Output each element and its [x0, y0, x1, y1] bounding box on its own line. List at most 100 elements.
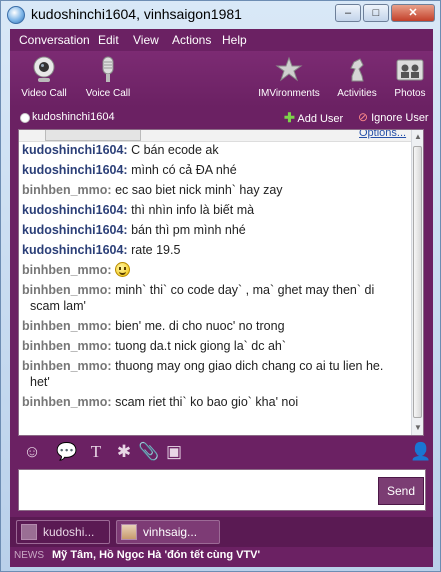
activities-label: Activities	[337, 88, 377, 99]
imvironments-label: IMVironments	[258, 88, 320, 99]
conversation-tab-label: vinhsaig...	[143, 525, 198, 539]
conversation-tabs-bar: kudoshi... vinhsaig...	[10, 517, 433, 547]
message-sender: binhben_mmo:	[22, 263, 112, 277]
maximize-button[interactable]: □	[363, 4, 389, 22]
message-input[interactable]: Send	[18, 469, 426, 511]
photos-icon	[396, 59, 424, 81]
conversation-tab-kudoshinchi[interactable]: kudoshi...	[16, 520, 110, 544]
message-sender: kudoshinchi1604:	[22, 223, 128, 237]
news-headline[interactable]: Mỹ Tâm, Hồ Ngọc Hà 'đón tết cùng VTV'	[52, 549, 260, 561]
chat-history[interactable]: Options... kudoshinchi1604: C bán ecode …	[18, 129, 424, 436]
add-user-link[interactable]: ✚ Add User	[284, 110, 343, 126]
message-text: ec sao biet nick minh` hay zay	[115, 183, 283, 197]
menu-view[interactable]: View	[133, 33, 159, 47]
message-text: tuong da.t nick giong la` dc ah`	[115, 339, 287, 353]
user-bar: kudoshinchi1604 ✚ Add User ⊘ Ignore User	[10, 107, 433, 129]
message: binhben_mmo: tuong da.t nick giong la` d…	[22, 338, 412, 354]
imvironments-icon	[275, 56, 303, 82]
plus-icon: ✚	[284, 110, 295, 125]
message-sender: kudoshinchi1604:	[22, 143, 128, 157]
menu-bar: Conversation Edit View Actions Help	[10, 29, 433, 51]
message-text: thì nhìn info là biết mà	[131, 203, 255, 217]
message: kudoshinchi1604: mình có cả ĐA nhé	[22, 162, 412, 178]
scroll-up-arrow-icon[interactable]: ▲	[413, 131, 423, 143]
message-sender: binhben_mmo:	[22, 183, 112, 197]
message-sender: kudoshinchi1604:	[22, 163, 128, 177]
ignore-user-link[interactable]: ⊘ Ignore User	[358, 110, 429, 124]
voice-call-button[interactable]: Voice Call	[82, 55, 134, 99]
message: binhben_mmo: thuong may ong giao dich ch…	[22, 358, 412, 390]
conversation-tab-vinhsaigon[interactable]: vinhsaig...	[116, 520, 220, 544]
smiley-emoticon-icon	[115, 262, 131, 277]
close-button[interactable]: ✕	[391, 4, 435, 22]
message-sender: binhben_mmo:	[22, 283, 112, 297]
formatting-toolbar: ☺ 💬 T ✱ 📎 ▣ 👤	[10, 439, 433, 465]
avatar	[121, 524, 137, 540]
message-text: scam riet thi` ko bao gio` kha' noi	[115, 395, 299, 409]
menu-help[interactable]: Help	[222, 33, 247, 47]
message: binhben_mmo: bien' me. di cho nuoc' no t…	[22, 318, 412, 334]
audible-icon[interactable]: 💬	[56, 442, 77, 462]
insert-picture-icon[interactable]: ▣	[164, 442, 184, 462]
message-sender: kudoshinchi1604:	[22, 203, 128, 217]
microphone-icon	[102, 56, 114, 82]
message-text: bien' me. di cho nuoc' no trong	[115, 319, 285, 333]
news-label: NEWS	[14, 550, 44, 561]
chat-user-name: kudoshinchi1604	[32, 111, 115, 123]
contact-details-icon[interactable]: 👤	[410, 442, 431, 462]
options-link[interactable]: Options...	[359, 130, 406, 139]
message: binhben_mmo:	[22, 262, 412, 278]
video-call-label: Video Call	[21, 88, 67, 99]
message-text: mình có cả ĐA nhé	[131, 163, 237, 177]
webcam-icon	[33, 56, 55, 82]
chat-window: kudoshinchi1604, vinhsaigon1981 – □ ✕ Co…	[0, 0, 441, 572]
message-sender: kudoshinchi1604:	[22, 243, 128, 257]
emoticon-picker-icon[interactable]: ☺	[22, 442, 42, 462]
message: kudoshinchi1604: rate 19.5	[22, 242, 412, 258]
message: binhben_mmo: ec sao biet nick minh` hay …	[22, 182, 412, 198]
minimize-button[interactable]: –	[335, 4, 361, 22]
video-call-button[interactable]: Video Call	[18, 55, 70, 99]
message: kudoshinchi1604: C bán ecode ak	[22, 142, 412, 158]
buzz-icon[interactable]: ✱	[114, 442, 134, 462]
font-style-icon[interactable]: T	[86, 442, 106, 462]
menu-edit[interactable]: Edit	[98, 33, 119, 47]
message-text: thuong may ong giao dich chang co ai tu …	[115, 359, 384, 373]
activities-button[interactable]: Activities	[332, 55, 382, 99]
message-text-continued: scam lam'	[30, 299, 86, 313]
title-bar[interactable]: kudoshinchi1604, vinhsaigon1981 – □ ✕	[1, 1, 441, 29]
imvironments-button[interactable]: IMVironments	[254, 55, 324, 99]
toolbar: Video Call Voice Call IMVironments Activ…	[10, 51, 433, 107]
message-text: C bán ecode ak	[131, 143, 219, 157]
yahoo-messenger-icon	[7, 6, 25, 24]
chat-history-tab[interactable]	[45, 130, 141, 141]
message-sender: binhben_mmo:	[22, 339, 112, 353]
chat-scrollbar[interactable]: ▲ ▼	[411, 130, 423, 435]
message-sender: binhben_mmo:	[22, 359, 112, 373]
message: binhben_mmo: minh` thi` co code day` , m…	[22, 282, 412, 314]
ignore-user-label: Ignore User	[371, 112, 429, 124]
menu-actions[interactable]: Actions	[172, 33, 211, 47]
status-radio[interactable]	[20, 113, 30, 123]
message: kudoshinchi1604: bán thì pm mình nhé	[22, 222, 412, 238]
message-text: minh` thi` co code day` , ma` ghet may t…	[115, 283, 375, 297]
avatar	[21, 524, 37, 540]
photos-label: Photos	[394, 88, 426, 99]
chess-knight-icon	[350, 58, 364, 82]
scrollbar-thumb[interactable]	[413, 146, 422, 418]
news-ticker[interactable]: NEWS Mỹ Tâm, Hồ Ngọc Hà 'đón tết cùng VT…	[10, 547, 433, 565]
message-list: kudoshinchi1604: C bán ecode ak kudoshin…	[22, 142, 412, 414]
messenger-frame: Conversation Edit View Actions Help Vide…	[10, 29, 433, 567]
message-text: rate 19.5	[131, 243, 181, 257]
scroll-down-arrow-icon[interactable]: ▼	[413, 422, 423, 434]
voice-call-label: Voice Call	[85, 88, 131, 99]
chat-history-header: Options...	[19, 130, 419, 142]
message: kudoshinchi1604: thì nhìn info là biết m…	[22, 202, 412, 218]
send-button[interactable]: Send	[378, 477, 424, 505]
menu-conversation[interactable]: Conversation	[19, 33, 90, 47]
add-user-label: Add User	[297, 113, 344, 125]
attach-file-icon[interactable]: 📎	[138, 442, 159, 462]
message: binhben_mmo: scam riet thi` ko bao gio` …	[22, 394, 412, 410]
photos-button[interactable]: Photos	[390, 55, 430, 99]
message-text-continued: het'	[30, 375, 50, 389]
